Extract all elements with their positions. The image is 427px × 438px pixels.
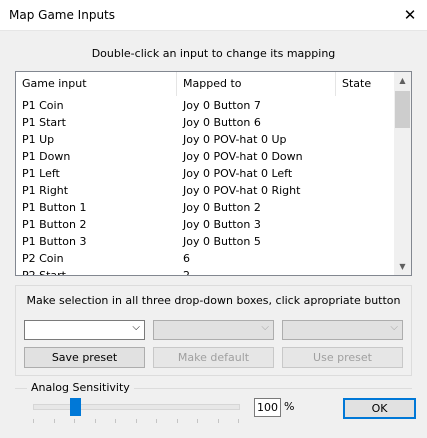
scroll-down-icon[interactable]: ▼ [394, 258, 411, 275]
slider-tick [217, 419, 219, 423]
scroll-thumb[interactable] [395, 91, 410, 128]
title-bar: Map Game Inputs ✕ [0, 0, 427, 31]
list-rows: P1 Coin Joy 0 Button 7 P1 Start Joy 0 Butto… [16, 97, 394, 276]
game-input-cell: P1 Button 1 [22, 201, 87, 214]
chevron-down-icon: ⌵ [390, 322, 398, 333]
table-row[interactable]: P1 Coin Joy 0 Button 7 [16, 97, 394, 114]
slider-tick [135, 419, 137, 423]
table-row[interactable]: P1 Down Joy 0 POV-hat 0 Down [16, 148, 394, 165]
use-preset-button[interactable]: Use preset [282, 347, 403, 368]
slider-tick [74, 419, 75, 423]
list-header: Game input Mapped to State [16, 72, 394, 96]
preset-dropdown-3[interactable]: ⌵ [282, 320, 403, 340]
game-input-cell: P1 Coin [22, 99, 64, 112]
game-input-cell: P2 Coin [22, 252, 64, 265]
make-default-button[interactable]: Make default [153, 347, 274, 368]
preset-dropdown-2[interactable]: ⌵ [153, 320, 274, 340]
slider-tick [238, 419, 239, 423]
mapped-to-cell: Joy 0 Button 7 [183, 99, 261, 112]
mapped-to-cell: Joy 0 Button 3 [183, 218, 261, 231]
mapping-instruction: Double-click an input to change its mapp… [91, 47, 336, 60]
vertical-scrollbar[interactable]: ▲ ▼ [394, 72, 411, 275]
column-header-mapped-to[interactable]: Mapped to [177, 72, 336, 96]
game-input-cell: P1 Button 2 [22, 218, 87, 231]
slider-tick [197, 419, 198, 423]
sensitivity-slider-track[interactable] [33, 404, 240, 410]
table-row[interactable]: P1 Button 3 Joy 0 Button 5 [16, 233, 394, 250]
slider-tick [156, 419, 157, 423]
table-row[interactable]: P1 Start Joy 0 Button 6 [16, 114, 394, 131]
slider-tick [176, 419, 178, 423]
mapped-to-cell: Joy 0 POV-hat 0 Right [183, 184, 301, 197]
chevron-down-icon: ⌵ [261, 322, 269, 333]
slider-tick [33, 419, 34, 423]
slider-tick [94, 419, 96, 423]
mapped-to-cell: 2 [183, 269, 190, 276]
scroll-up-icon[interactable]: ▲ [394, 72, 411, 89]
window-title: Map Game Inputs [9, 8, 116, 22]
slider-tick [115, 419, 116, 423]
mapped-to-cell: 6 [183, 252, 190, 265]
game-input-cell: P1 Button 3 [22, 235, 87, 248]
table-row[interactable]: P1 Left Joy 0 POV-hat 0 Left [16, 165, 394, 182]
preset-dropdown-1[interactable]: ⌵ [24, 320, 145, 340]
input-mapping-list[interactable]: Game input Mapped to State P1 Coin Joy 0 … [15, 71, 412, 276]
table-row[interactable]: P1 Up Joy 0 POV-hat 0 Up [16, 131, 394, 148]
mapped-to-cell: Joy 0 POV-hat 0 Left [183, 167, 293, 180]
game-input-cell: P1 Right [22, 184, 69, 197]
slider-ticks [33, 419, 239, 423]
mapped-to-cell: Joy 0 POV-hat 0 Down [183, 150, 303, 163]
game-input-cell: P1 Left [22, 167, 60, 180]
ok-button[interactable]: OK [343, 398, 416, 419]
game-input-cell: P1 Start [22, 116, 66, 129]
table-row[interactable]: P2 Start 2 [16, 267, 394, 276]
mapped-to-cell: Joy 0 Button 5 [183, 235, 261, 248]
preset-instruction: Make selection in all three drop-down bo… [26, 294, 401, 307]
percent-sign: % [284, 400, 295, 413]
game-input-cell: P1 Down [22, 150, 71, 163]
close-icon[interactable]: ✕ [399, 4, 421, 26]
mapped-to-cell: Joy 0 POV-hat 0 Up [183, 133, 287, 146]
column-header-game-input[interactable]: Game input [16, 72, 177, 96]
game-input-cell: P2 Start [22, 269, 66, 276]
mapped-to-cell: Joy 0 Button 2 [183, 201, 261, 214]
sensitivity-slider-handle[interactable] [70, 398, 81, 416]
table-row[interactable]: P2 Coin 6 [16, 250, 394, 267]
table-row[interactable]: P1 Button 1 Joy 0 Button 2 [16, 199, 394, 216]
chevron-down-icon: ⌵ [132, 322, 140, 333]
slider-tick [53, 419, 55, 423]
game-input-cell: P1 Up [22, 133, 55, 146]
sensitivity-percent-input[interactable] [254, 398, 281, 417]
table-row[interactable]: P1 Right Joy 0 POV-hat 0 Right [16, 182, 394, 199]
table-row[interactable]: P1 Button 2 Joy 0 Button 3 [16, 216, 394, 233]
mapped-to-cell: Joy 0 Button 6 [183, 116, 261, 129]
column-header-state[interactable]: State [336, 72, 394, 96]
save-preset-button[interactable]: Save preset [24, 347, 145, 368]
analog-sensitivity-label: Analog Sensitivity [27, 381, 134, 394]
